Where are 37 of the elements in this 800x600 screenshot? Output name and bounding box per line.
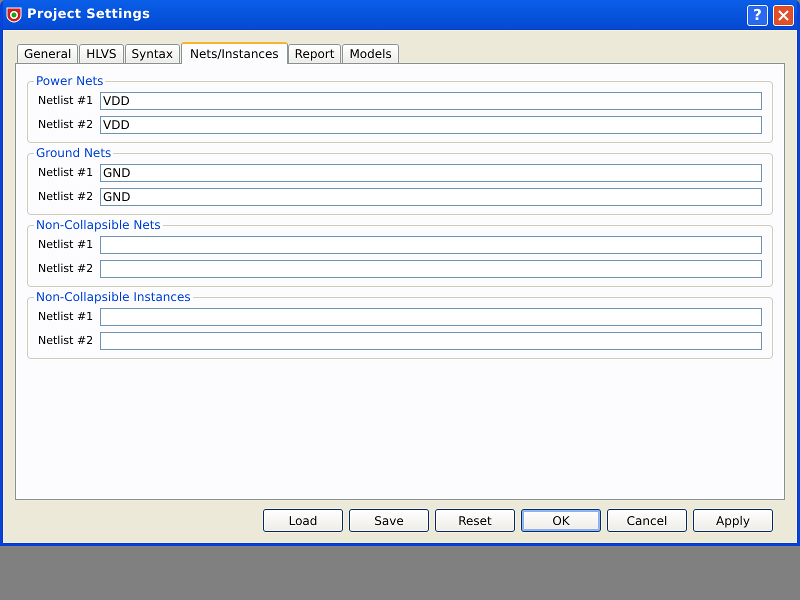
text-field[interactable]: VDD (100, 92, 762, 110)
group-title: Ground Nets (34, 146, 114, 160)
text-field[interactable] (100, 260, 762, 278)
help-button[interactable]: ? (747, 4, 768, 26)
dialog-button[interactable]: OK (521, 509, 601, 532)
dialog-button[interactable]: Reset (435, 509, 515, 532)
field-label: Netlist #1 (38, 308, 94, 325)
field-label: Netlist #1 (38, 164, 94, 181)
tab[interactable]: Models (342, 44, 399, 63)
group-title: Power Nets (34, 74, 106, 88)
group-title: Non-Collapsible Nets (34, 218, 163, 232)
text-field[interactable] (100, 308, 762, 326)
text-field[interactable]: GND (100, 164, 762, 182)
dialog-button[interactable]: Save (349, 509, 429, 532)
close-button[interactable] (773, 4, 794, 26)
tab[interactable]: HLVS (79, 44, 124, 63)
field-label: Netlist #2 (38, 188, 94, 205)
tab[interactable]: Nets/Instances (181, 42, 288, 64)
field-label: Netlist #1 (38, 92, 94, 109)
app-logo-icon (6, 7, 22, 23)
text-field[interactable]: GND (100, 188, 762, 206)
window-title: Project Settings (27, 6, 152, 24)
field-label: Netlist #1 (38, 236, 94, 253)
text-field[interactable] (100, 236, 762, 254)
field-label: Netlist #2 (38, 116, 94, 133)
field-label: Netlist #2 (38, 332, 94, 349)
dialog-button[interactable]: Cancel (607, 509, 687, 532)
dialog-button[interactable]: Apply (693, 509, 773, 532)
field-label: Netlist #2 (38, 260, 94, 277)
tab[interactable]: Report (288, 44, 342, 63)
dialog-button[interactable]: Load (263, 509, 343, 532)
text-field[interactable] (100, 332, 762, 350)
close-icon (778, 10, 789, 20)
tab[interactable]: Syntax (124, 44, 180, 63)
group-title: Non-Collapsible Instances (34, 290, 193, 304)
text-field[interactable]: VDD (100, 116, 762, 134)
tab[interactable]: General (17, 44, 78, 63)
